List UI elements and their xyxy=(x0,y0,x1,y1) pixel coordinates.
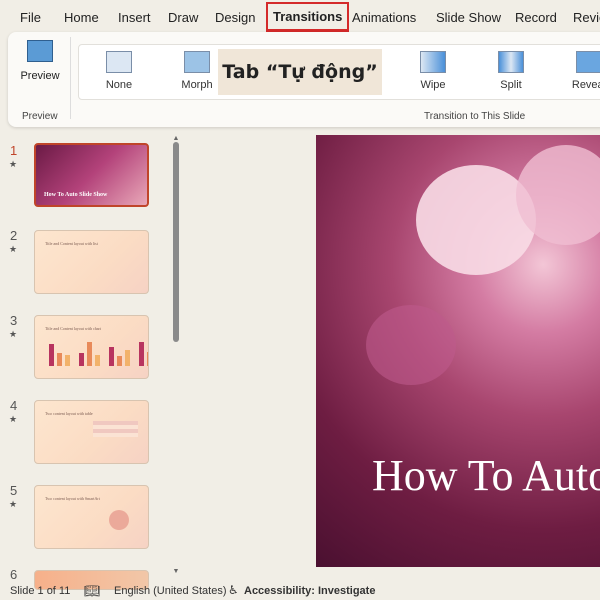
slide-number: 5 xyxy=(10,483,18,498)
tab-home[interactable]: Home xyxy=(64,10,99,25)
thumbnail-scrollbar[interactable]: ▲ ▼ xyxy=(171,135,181,575)
transition-label: None xyxy=(105,79,133,91)
transition-reveal[interactable]: Reveal xyxy=(559,51,600,91)
star-icon: ★ xyxy=(9,244,18,254)
slide-thumbnail-5[interactable]: Two content layout with SmartArt xyxy=(34,485,149,549)
slide-number: 4 xyxy=(10,398,18,413)
slide-number: 3 xyxy=(10,313,18,328)
thumb-title: Two content layout with table xyxy=(45,411,93,416)
slide-title[interactable]: How To Auto Slide Show xyxy=(372,450,600,501)
transition-none[interactable]: None xyxy=(89,51,149,91)
slide-thumbnail-2[interactable]: Title and Content layout with list xyxy=(34,230,149,294)
flower-petal xyxy=(366,305,456,385)
scroll-down-icon[interactable]: ▼ xyxy=(171,568,181,575)
transition-split[interactable]: Split xyxy=(481,51,541,91)
notes-book-icon[interactable]: 📖︎ xyxy=(84,583,101,599)
transition-label: Wipe xyxy=(420,79,446,91)
scrollbar-thumb[interactable] xyxy=(173,142,179,342)
tab-insert[interactable]: Insert xyxy=(118,10,151,25)
thumb-smartart xyxy=(109,510,129,530)
split-icon xyxy=(498,51,524,73)
wipe-icon xyxy=(420,51,446,73)
thumb-title: Title and Content layout with list xyxy=(45,241,98,246)
main-slide[interactable]: How To Auto Slide Show xyxy=(316,135,600,567)
thumb-chart xyxy=(49,339,148,366)
accessibility-icon: ♿︎ xyxy=(228,583,239,597)
thumb-table xyxy=(93,421,138,437)
slide-thumbnail-4[interactable]: Two content layout with table xyxy=(34,400,149,464)
slide-thumbnails: 1 ★ How To Auto Slide Show 2 ★ Title and… xyxy=(0,135,185,590)
status-bar: Slide 1 of 11 📖︎ English (United States)… xyxy=(0,581,600,600)
tab-file[interactable]: File xyxy=(20,10,41,25)
thumb-title: Two content layout with SmartArt xyxy=(45,496,100,501)
thumb-title: How To Auto Slide Show xyxy=(44,192,108,198)
preview-button[interactable]: Preview xyxy=(16,40,64,82)
slide-counter: Slide 1 of 11 xyxy=(10,585,71,597)
tab-review[interactable]: Revie xyxy=(573,10,600,25)
divider xyxy=(70,37,71,119)
slide-thumbnail-3[interactable]: Title and Content layout with chart xyxy=(34,315,149,379)
tab-slide-show[interactable]: Slide Show xyxy=(436,10,501,25)
callout-label: Tab “Tự động” xyxy=(218,49,382,95)
accessibility-status[interactable]: Accessibility: Investigate xyxy=(244,585,375,597)
tab-draw[interactable]: Draw xyxy=(168,10,198,25)
transition-label: Morph xyxy=(181,79,213,91)
slide-number: 1 xyxy=(10,143,18,158)
reveal-icon xyxy=(576,51,600,73)
transition-label: Split xyxy=(500,79,522,91)
menu-bar: File Home Insert Draw Design Transitions… xyxy=(0,0,600,34)
tab-design[interactable]: Design xyxy=(215,10,255,25)
star-icon: ★ xyxy=(9,159,18,169)
slide-number: 6 xyxy=(10,567,18,582)
transition-group-label: Transition to This Slide xyxy=(424,111,526,122)
star-icon: ★ xyxy=(9,329,18,339)
slide-number: 2 xyxy=(10,228,18,243)
preview-label: Preview xyxy=(20,70,60,82)
transition-wipe[interactable]: Wipe xyxy=(403,51,463,91)
star-icon: ★ xyxy=(9,499,18,509)
transition-label: Reveal xyxy=(571,79,600,91)
thumb-title: Title and Content layout with chart xyxy=(45,326,101,331)
tab-record[interactable]: Record xyxy=(515,10,557,25)
none-icon xyxy=(106,51,132,73)
language-status[interactable]: English (United States) xyxy=(114,585,227,597)
preview-icon xyxy=(27,40,53,62)
preview-group-label: Preview xyxy=(22,111,58,122)
tab-animations[interactable]: Animations xyxy=(352,10,416,25)
scroll-up-icon[interactable]: ▲ xyxy=(171,135,181,142)
morph-icon xyxy=(184,51,210,73)
star-icon: ★ xyxy=(9,414,18,424)
tab-transitions[interactable]: Transitions xyxy=(266,2,350,32)
slide-thumbnail-1[interactable]: How To Auto Slide Show xyxy=(34,143,149,207)
